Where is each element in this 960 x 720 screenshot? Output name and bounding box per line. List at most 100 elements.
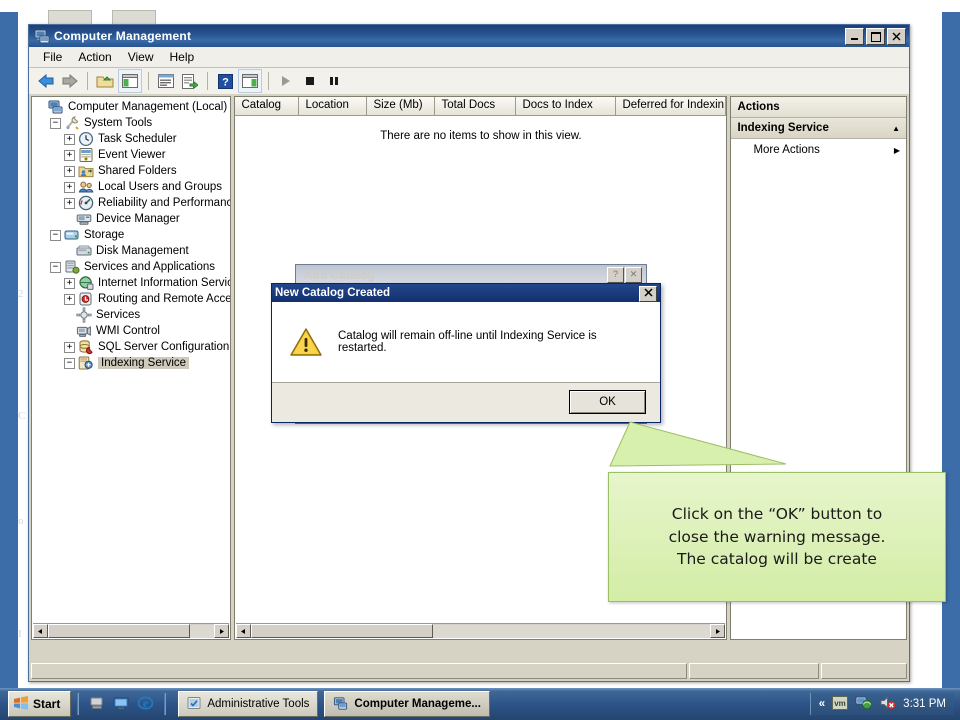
console-tree[interactable]: Computer Management (Local) − System Tools… [32,97,230,623]
tree-item-label: Services and Applications [84,261,216,273]
tree-item-storage[interactable]: − Storage [34,227,230,243]
tree-item-system-tools[interactable]: − System Tools [34,115,230,131]
properties-icon[interactable] [155,70,177,92]
tree-item-internet-information-services-i[interactable]: + Internet Information Services (I [34,275,230,291]
monitor-icon[interactable] [113,695,129,714]
tree-item-disk-management[interactable]: Disk Management [34,243,230,259]
forward-icon[interactable] [59,70,81,92]
tree-item-shared-folders[interactable]: + Shared Folders [34,163,230,179]
dialog-message: Catalog will remain off-line until Index… [338,330,597,354]
dialog-title: New Catalog Created [275,287,391,299]
computer-management-icon [34,28,50,44]
tree-item-indexing-service[interactable]: − Indexing Service [34,355,230,371]
help-icon[interactable]: ? [214,70,236,92]
show-action-pane-icon[interactable] [238,69,262,93]
dialog-close-button[interactable] [639,286,657,302]
vm-tools-icon[interactable]: vm [832,695,849,713]
list-view-header[interactable]: Catalog Location Size (Mb) Total Docs Docs t… [235,97,727,116]
tree-item-local-users-and-groups[interactable]: + Local Users and Groups [34,179,230,195]
tree-horizontal-scrollbar[interactable] [33,623,230,638]
tree-item-event-viewer[interactable]: + Event Viewer [34,147,230,163]
tree-scroll-left-button[interactable] [33,624,48,638]
tree-item-label: Device Manager [96,213,180,225]
up-folder-icon[interactable] [94,70,116,92]
expand-icon[interactable]: + [64,293,75,305]
list-scroll-track[interactable] [433,624,711,638]
internet-explorer-icon[interactable]: e [137,695,154,714]
list-scroll-thumb[interactable] [251,624,434,638]
list-scroll-right-button[interactable] [710,624,726,638]
tree-item-device-manager[interactable]: Device Manager [34,211,230,227]
tree-item-sql-server-configuration-mana[interactable]: + SQL Server Configuration Mana [34,339,230,355]
tree-item-wmi-control[interactable]: WMI Control [34,323,230,339]
start-button[interactable]: Start [8,691,72,717]
back-icon[interactable] [35,70,57,92]
tree-scroll-thumb[interactable] [48,624,190,638]
ok-button[interactable]: OK [569,390,646,414]
window-title-bar[interactable]: Computer Management [29,25,909,47]
tree-expander-spacer [64,327,73,336]
taskbar-item-computer-management[interactable]: Computer Manageme... [324,691,490,717]
wmi-icon [76,323,92,339]
tree-scroll-track[interactable] [190,624,215,638]
column-header-catalog[interactable]: Catalog [235,97,300,115]
tree-item-services-and-applications[interactable]: − Services and Applications [34,259,230,275]
background-text-sliver-4: I [18,628,22,640]
action-item-label: More Actions [753,144,820,156]
taskbar-item-administrative-tools[interactable]: Administrative Tools [178,691,319,717]
expand-icon[interactable]: + [64,165,75,177]
export-list-icon[interactable] [179,70,201,92]
taskbar-clock[interactable]: 3:31 PM [903,698,946,710]
services-apps-icon [64,259,80,275]
close-button[interactable] [887,28,906,45]
stop-icon[interactable] [299,70,321,92]
menu-file[interactable]: File [35,48,70,66]
expand-icon[interactable]: + [64,277,75,289]
tree-item-reliability-and-performance[interactable]: + Reliability and Performance [34,195,230,211]
expand-icon[interactable]: + [64,341,75,353]
quick-launch-bar: e [85,695,158,714]
column-header-docs-to-index[interactable]: Docs to Index [516,97,617,115]
menu-view[interactable]: View [120,48,162,66]
tree-item-services[interactable]: Services [34,307,230,323]
add-catalog-close-button[interactable]: ✕ [625,267,642,283]
list-horizontal-scrollbar[interactable] [236,623,726,638]
tree-scroll-right-button[interactable] [214,624,230,638]
menu-action[interactable]: Action [70,48,119,66]
tree-item-routing-and-remote-access[interactable]: + Routing and Remote Access [34,291,230,307]
sql-server-icon [78,339,94,355]
column-header-size-mb[interactable]: Size (Mb) [367,97,436,115]
column-header-location[interactable]: Location [299,97,368,115]
tree-item-computer-management-local[interactable]: Computer Management (Local) [34,99,230,115]
dialog-title-bar[interactable]: New Catalog Created [272,284,660,302]
actions-section-header[interactable]: Indexing Service ▲ [731,118,906,139]
expand-icon[interactable]: + [64,149,75,161]
list-scroll-left-button[interactable] [236,624,252,638]
taskbar-item-label: Computer Manageme... [354,698,481,710]
expand-icon[interactable]: + [64,133,75,145]
show-hide-console-tree-icon[interactable] [118,69,142,93]
start-icon[interactable] [275,70,297,92]
chevron-up-icon[interactable]: ▲ [892,124,900,133]
pause-icon[interactable] [323,70,345,92]
collapse-icon[interactable]: − [50,229,61,241]
expand-icon[interactable]: + [64,181,75,193]
action-item-more-actions[interactable]: More Actions ▶ [731,139,906,161]
minimize-button[interactable] [845,28,864,45]
tray-expand-icon[interactable]: « [819,698,825,710]
collapse-icon[interactable]: − [64,357,75,369]
show-desktop-icon[interactable] [89,695,105,714]
tree-item-task-scheduler[interactable]: + Task Scheduler [34,131,230,147]
tree-item-label: SQL Server Configuration Mana [98,341,230,353]
column-header-total-docs[interactable]: Total Docs [435,97,517,115]
maximize-button[interactable] [866,28,885,45]
menu-help[interactable]: Help [162,48,203,66]
column-header-deferred-for-indexin[interactable]: Deferred for Indexin [616,97,727,115]
volume-muted-icon[interactable] [879,695,896,713]
expand-icon[interactable]: + [64,197,75,209]
collapse-icon[interactable]: − [50,261,61,273]
network-icon[interactable] [855,695,872,713]
collapse-icon[interactable]: − [50,117,61,129]
add-catalog-title-bar: Add Catalog ? ✕ [296,265,646,285]
add-catalog-help-button[interactable]: ? [607,267,624,283]
